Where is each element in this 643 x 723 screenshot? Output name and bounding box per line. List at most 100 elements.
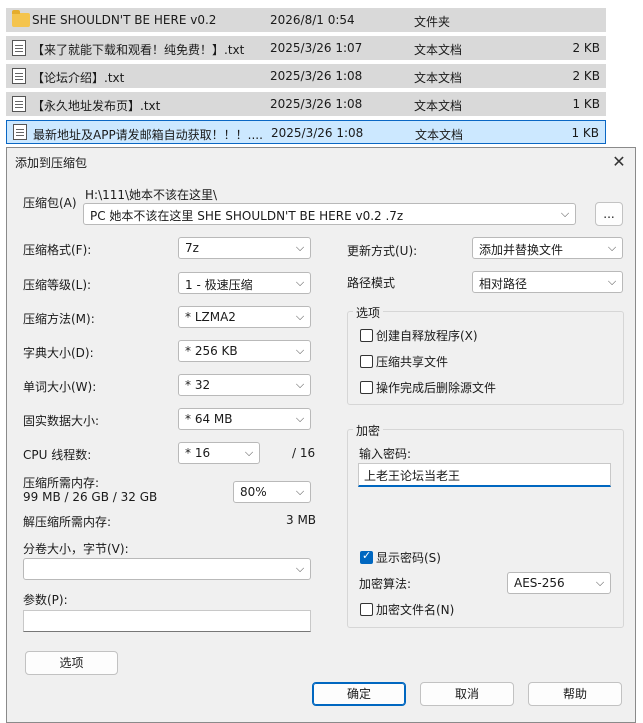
file-name: 【论坛介绍】.txt [32, 71, 125, 85]
cpu-select[interactable]: * 16 ⌵ [178, 442, 260, 464]
chevron-down-icon: ⌵ [295, 378, 305, 391]
file-date: 2026/8/1 0:54 [270, 13, 355, 27]
chevron-down-icon: ⌵ [607, 275, 617, 288]
encrypt-names-label: 加密文件名(N) [376, 603, 455, 617]
decomp-value: 3 MB [286, 513, 317, 527]
path-mode-label: 路径模式 [347, 276, 396, 290]
update-select[interactable]: 添加并替换文件 ⌵ [472, 237, 623, 259]
method-value: * LZMA2 [185, 310, 236, 324]
file-date: 2025/3/26 1:08 [270, 97, 363, 111]
word-label: 单词大小(W): [23, 380, 97, 394]
file-row[interactable]: 【论坛介绍】.txt 2025/3/26 1:08 文本文档 2 KB [6, 64, 606, 88]
file-size: 2 KB [572, 69, 600, 83]
archive-label: 压缩包(A) [23, 196, 77, 210]
file-row[interactable]: 【来了就能下载和观看！纯免费！】.txt 2025/3/26 1:07 文本文档… [6, 36, 606, 60]
encrypt-names-checkbox[interactable] [360, 603, 373, 616]
level-select[interactable]: 1 - 极速压缩 ⌵ [178, 272, 311, 294]
cancel-button[interactable]: 取消 [420, 682, 514, 706]
decomp-label: 解压缩所需内存: [23, 515, 112, 529]
file-size: 1 KB [572, 97, 600, 111]
text-file-icon [12, 40, 26, 56]
file-size: 1 KB [571, 126, 599, 140]
delete-source-checkbox[interactable] [360, 381, 373, 394]
chevron-down-icon: ⌵ [244, 446, 254, 459]
text-file-icon [13, 124, 27, 140]
shared-checkbox[interactable] [360, 355, 373, 368]
file-name: 【永久地址发布页】.txt [32, 99, 161, 113]
file-size: 2 KB [572, 41, 600, 55]
add-to-archive-dialog: 添加到压缩包 ✕ 压缩包(A) H:\111\她本不该在这里\ PC 她本不该在… [6, 147, 636, 723]
dict-select[interactable]: * 256 KB ⌵ [178, 340, 311, 362]
chevron-down-icon: ⌵ [595, 576, 605, 589]
volume-select[interactable]: ⌵ [23, 558, 311, 580]
method-select[interactable]: * LZMA2 ⌵ [178, 306, 311, 328]
enc-method-label: 加密算法: [359, 577, 412, 591]
ok-button[interactable]: 确定 [312, 682, 406, 706]
format-label: 压缩格式(F): [23, 243, 92, 257]
volume-label: 分卷大小，字节(V): [23, 542, 129, 556]
file-date: 2025/3/26 1:07 [270, 41, 363, 55]
cpu-value: * 16 [185, 446, 211, 460]
dialog-title: 添加到压缩包 [15, 156, 88, 170]
sfx-label: 创建自释放程序(X) [376, 329, 478, 343]
mem-percent-select[interactable]: 80% ⌵ [233, 481, 311, 503]
format-select[interactable]: 7z ⌵ [178, 237, 311, 259]
browse-button[interactable]: ... [595, 202, 623, 226]
file-list: SHE SHOULDN'T BE HERE v0.2 2026/8/1 0:54… [0, 0, 643, 148]
help-button[interactable]: 帮助 [528, 682, 622, 706]
chevron-down-icon: ⌵ [295, 276, 305, 289]
cpu-total: / 16 [292, 446, 316, 460]
path-mode-select[interactable]: 相对路径 ⌵ [472, 271, 623, 293]
text-file-icon [12, 68, 26, 84]
dict-value: * 256 KB [185, 344, 238, 358]
file-type: 文件夹 [414, 15, 451, 29]
file-name: 【来了就能下载和观看！纯免费！】.txt [32, 43, 245, 57]
params-input[interactable] [23, 610, 311, 632]
update-label: 更新方式(U): [347, 244, 418, 258]
password-input[interactable]: 上老王论坛当老王 [358, 463, 611, 487]
options-group-title: 选项 [353, 304, 384, 321]
show-password-checkbox[interactable] [360, 549, 373, 564]
sfx-checkbox[interactable] [360, 329, 373, 342]
encryption-group-title: 加密 [353, 422, 384, 439]
solid-label: 固实数据大小: [23, 414, 100, 428]
update-value: 添加并替换文件 [479, 243, 564, 257]
file-name: SHE SHOULDN'T BE HERE v0.2 [32, 13, 217, 27]
options-button[interactable]: 选项 [25, 651, 118, 675]
chevron-down-icon: ⌵ [295, 310, 305, 323]
mem-label: 压缩所需内存: [23, 476, 100, 490]
cpu-label: CPU 线程数: [23, 448, 92, 462]
level-label: 压缩等级(L): [23, 278, 92, 292]
file-name: 最新地址及APP请发邮箱自动获取！！！.... [33, 128, 263, 142]
file-date: 2025/3/26 1:08 [270, 69, 363, 83]
enc-method-select[interactable]: AES-256 ⌵ [507, 572, 611, 594]
chevron-down-icon: ⌵ [295, 412, 305, 425]
password-label: 输入密码: [359, 447, 412, 461]
delete-source-label: 操作完成后删除源文件 [376, 381, 497, 395]
solid-select[interactable]: * 64 MB ⌵ [178, 408, 311, 430]
folder-icon [12, 10, 30, 27]
path-mode-value: 相对路径 [479, 277, 528, 291]
file-type: 文本文档 [414, 99, 463, 113]
file-date: 2025/3/26 1:08 [271, 126, 364, 140]
mem-value: 99 MB / 26 GB / 32 GB [23, 490, 158, 504]
chevron-down-icon: ⌵ [295, 562, 305, 575]
chevron-down-icon: ⌵ [560, 207, 570, 220]
archive-name-combo[interactable]: PC 她本不该在这里 SHE SHOULDN'T BE HERE v0.2 .7… [83, 203, 576, 225]
chevron-down-icon: ⌵ [607, 241, 617, 254]
archive-path: H:\111\她本不该在这里\ [85, 188, 218, 202]
dict-label: 字典大小(D): [23, 346, 94, 360]
file-row-selected[interactable]: 最新地址及APP请发邮箱自动获取！！！.... 2025/3/26 1:08 文… [6, 120, 606, 144]
file-row[interactable]: 【永久地址发布页】.txt 2025/3/26 1:08 文本文档 1 KB [6, 92, 606, 116]
solid-value: * 64 MB [185, 412, 233, 426]
word-select[interactable]: * 32 ⌵ [178, 374, 311, 396]
file-row-folder[interactable]: SHE SHOULDN'T BE HERE v0.2 2026/8/1 0:54… [6, 8, 606, 32]
shared-label: 压缩共享文件 [376, 355, 449, 369]
text-file-icon [12, 96, 26, 112]
close-icon[interactable]: ✕ [609, 152, 629, 172]
archive-name-value: PC 她本不该在这里 SHE SHOULDN'T BE HERE v0.2 .7… [90, 209, 404, 223]
word-value: * 32 [185, 378, 211, 392]
password-value: 上老王论坛当老王 [364, 469, 461, 483]
dialog-titlebar: 添加到压缩包 ✕ [7, 148, 635, 176]
show-password-label: 显示密码(S) [376, 551, 441, 565]
